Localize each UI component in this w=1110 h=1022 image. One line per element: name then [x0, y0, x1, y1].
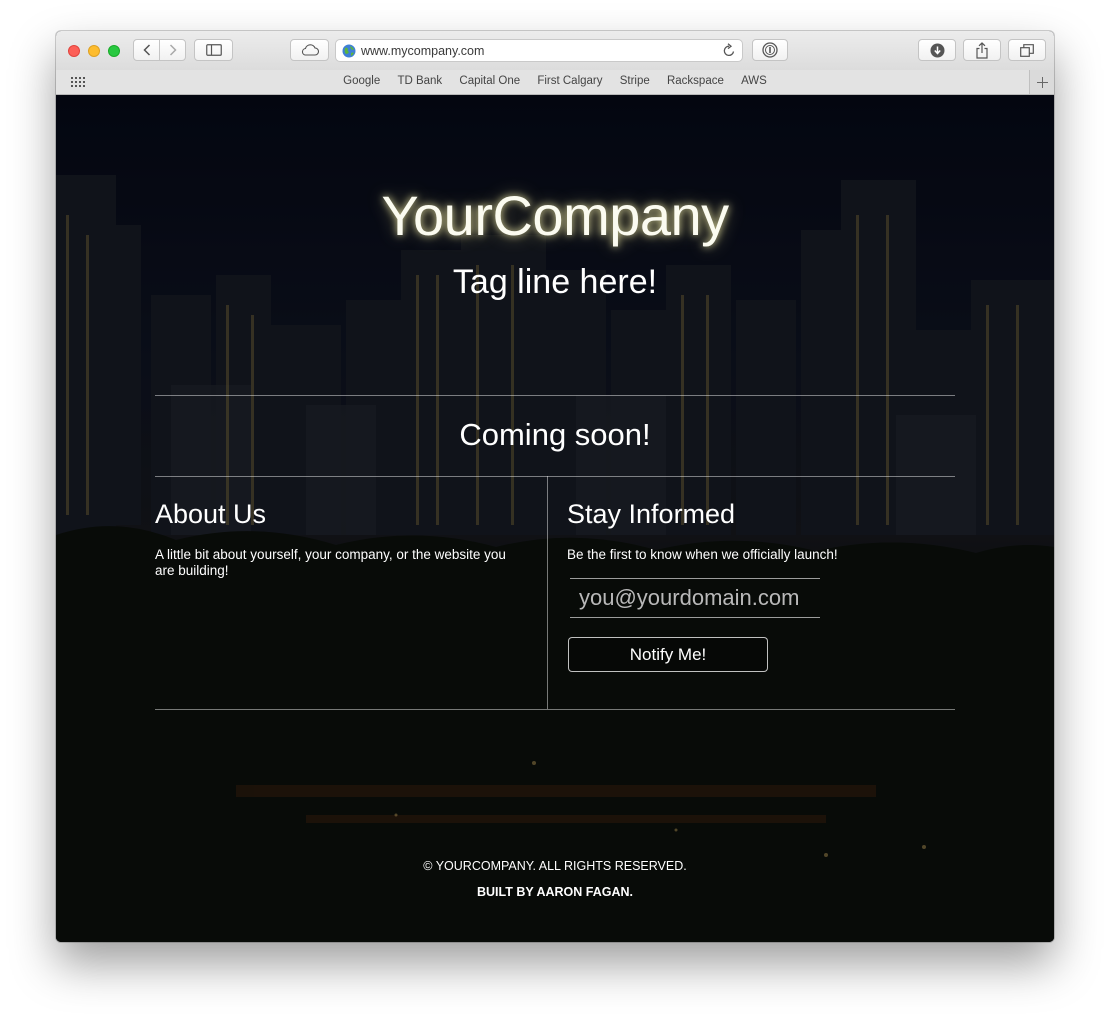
close-window-button[interactable] [68, 45, 80, 57]
credit-text: BUILT BY AARON FAGAN. [476, 885, 634, 899]
copyright-text: © YOURCOMPANY. ALL RIGHTS RESERVED. [423, 859, 687, 873]
address-bar[interactable]: www.mycompany.com [335, 39, 743, 62]
bookmark-item[interactable]: First Calgary [537, 75, 602, 87]
share-icon [976, 41, 988, 59]
chevron-right-icon [169, 44, 177, 56]
company-name: YourCompany [381, 184, 729, 247]
bookmark-item[interactable]: Rackspace [667, 75, 724, 87]
download-icon [930, 43, 944, 57]
chevron-left-icon [142, 44, 150, 56]
back-forward-group [133, 39, 186, 61]
bookmark-item[interactable]: Google [343, 75, 380, 87]
downloads-button[interactable] [918, 39, 956, 61]
bookmarks-bar: Google TD Bank Capital One First Calgary… [56, 70, 1054, 95]
bookmark-item[interactable]: Stripe [620, 75, 650, 87]
coming-soon-heading: Coming soon! [459, 417, 651, 452]
tab-overview-icon [1020, 43, 1034, 57]
browser-toolbar: www.mycompany.com [56, 31, 1054, 71]
1password-icon [762, 42, 778, 58]
bookmark-list: Google TD Bank Capital One First Calgary… [56, 75, 1054, 87]
zoom-window-button[interactable] [108, 45, 120, 57]
browser-window: www.mycompany.com Google TD Bank Capital… [56, 31, 1054, 942]
icloud-tabs-button[interactable] [290, 39, 329, 61]
bookmark-item[interactable]: AWS [741, 75, 767, 87]
icloud-tabs-icon [301, 44, 319, 56]
sidebar-button[interactable] [194, 39, 233, 61]
bookmark-item[interactable]: Capital One [459, 75, 520, 87]
sidebar-icon [205, 44, 222, 56]
plus-icon [1036, 76, 1048, 88]
url-text: www.mycompany.com [361, 44, 485, 58]
new-tab-button[interactable] [1029, 70, 1054, 94]
password-manager-button[interactable] [752, 39, 788, 61]
tagline: Tag line here! [452, 263, 658, 301]
forward-button[interactable] [159, 40, 185, 60]
back-button[interactable] [134, 40, 159, 60]
minimize-window-button[interactable] [88, 45, 100, 57]
divider-bottom [155, 709, 955, 710]
bookmark-item[interactable]: TD Bank [397, 75, 442, 87]
stay-informed-text: Be the first to know when we officially … [567, 547, 838, 562]
divider-middle [155, 476, 955, 477]
reload-icon[interactable] [722, 43, 736, 58]
column-divider [547, 476, 548, 709]
tab-overview-button[interactable] [1008, 39, 1046, 61]
share-button[interactable] [963, 39, 1001, 61]
email-input[interactable] [570, 578, 820, 618]
globe-icon [342, 44, 356, 58]
divider-top [155, 395, 955, 396]
web-page: YourCompany Tag line here! Coming soon! … [56, 95, 1054, 942]
about-us-text: A little bit about yourself, your compan… [155, 547, 506, 578]
about-us-heading: About Us [155, 499, 267, 529]
notify-me-button[interactable]: Notify Me! [568, 637, 768, 672]
stay-informed-heading: Stay Informed [567, 499, 736, 529]
